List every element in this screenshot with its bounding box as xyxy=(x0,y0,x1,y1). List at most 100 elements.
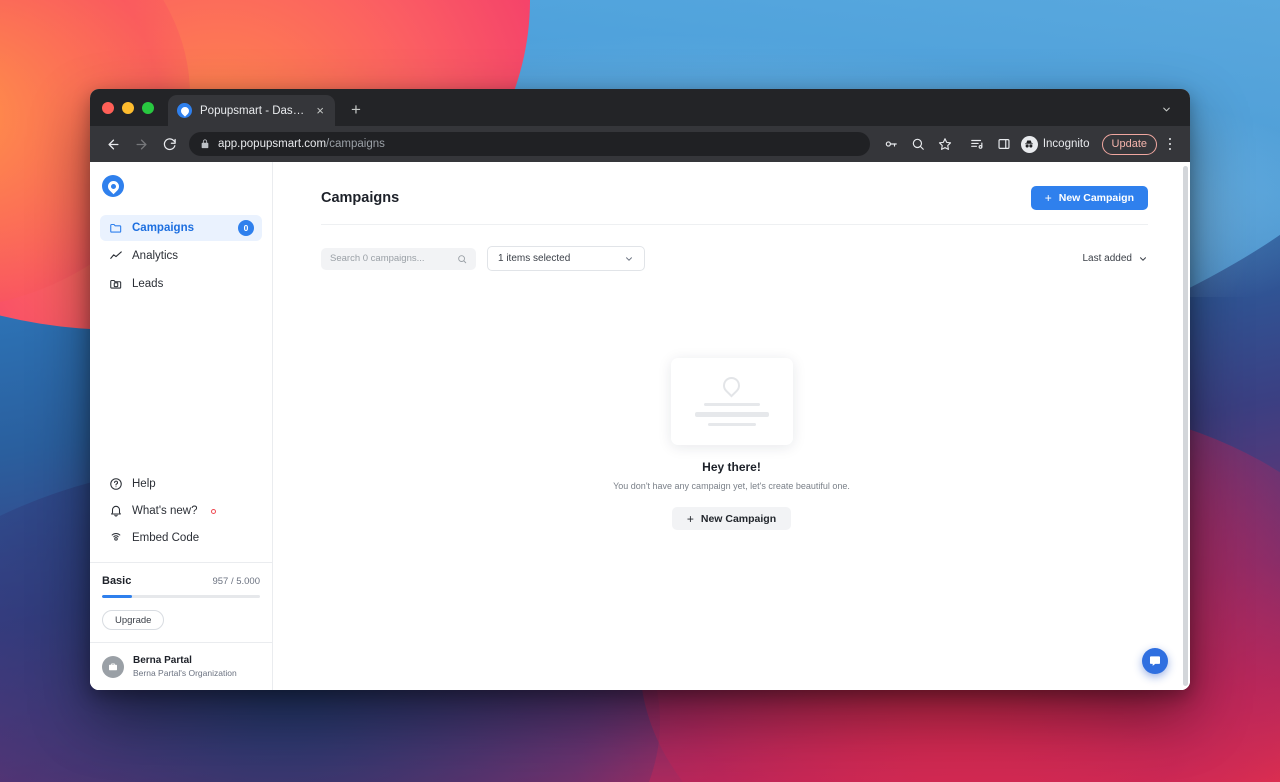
sort-dropdown[interactable]: Last added xyxy=(1083,253,1149,264)
browser-tab-strip: Popupsmart - Dashboard × + xyxy=(90,89,1190,126)
popupsmart-logo-icon[interactable] xyxy=(102,175,124,197)
reading-list-icon[interactable] xyxy=(965,132,989,156)
maximize-window-button[interactable] xyxy=(142,101,154,114)
browser-tab-active[interactable]: Popupsmart - Dashboard × xyxy=(168,95,335,126)
sidebar-secondary-nav: Help What's new? Embed Code xyxy=(90,472,272,562)
new-tab-button[interactable]: + xyxy=(343,97,369,123)
address-bar[interactable]: app.popupsmart.com/campaigns xyxy=(189,132,870,156)
sidebar-item-label: Analytics xyxy=(132,250,179,262)
popupsmart-favicon-icon xyxy=(177,103,192,118)
chart-line-icon xyxy=(108,249,123,264)
search-icon xyxy=(457,254,467,264)
user-organization: Berna Partal's Organization xyxy=(133,667,237,678)
key-icon[interactable] xyxy=(879,132,903,156)
search-input[interactable] xyxy=(330,253,451,264)
empty-state-new-campaign-button[interactable]: + New Campaign xyxy=(671,507,792,530)
sidebar-item-label: What's new? xyxy=(132,505,198,518)
filter-toolbar: 1 items selected Last added xyxy=(321,246,1148,271)
browser-toolbar: app.popupsmart.com/campaigns Incognito U… xyxy=(90,126,1190,162)
empty-state-title: Hey there! xyxy=(702,460,761,474)
sidebar-item-help[interactable]: Help xyxy=(100,472,262,496)
upgrade-button[interactable]: Upgrade xyxy=(102,610,165,631)
placeholder-logo-icon xyxy=(719,373,744,398)
lock-icon xyxy=(200,139,210,149)
profile-chip[interactable]: Incognito xyxy=(1019,135,1094,153)
browser-window: Popupsmart - Dashboard × + app.pop xyxy=(90,89,1190,690)
bell-icon xyxy=(108,504,123,519)
main-inner: Campaigns + New Campaign 1 items se xyxy=(273,162,1190,271)
sidebar-item-embed-code[interactable]: Embed Code xyxy=(100,526,262,550)
skeleton-line xyxy=(703,402,760,407)
close-window-button[interactable] xyxy=(102,101,114,114)
close-icon[interactable]: × xyxy=(314,104,326,117)
address-bar-url: app.popupsmart.com/campaigns xyxy=(218,138,385,150)
sidebar-item-leads[interactable]: Leads xyxy=(100,271,262,297)
sidebar-item-analytics[interactable]: Analytics xyxy=(100,243,262,269)
plan-progress-fill xyxy=(102,595,133,599)
campaigns-count-badge: 0 xyxy=(238,220,254,236)
chat-bubble-icon xyxy=(1149,656,1161,666)
new-campaign-button-label: New Campaign xyxy=(1058,192,1134,204)
user-info: Berna Partal Berna Partal's Organization xyxy=(133,654,237,679)
skeleton-line xyxy=(707,422,756,427)
window-traffic-lights xyxy=(102,89,168,126)
url-domain: app.popupsmart.com xyxy=(218,138,327,150)
plan-section: Basic 957 / 5.000 Upgrade xyxy=(90,562,272,642)
sidebar-nav: Campaigns 0 Analytics Leads xyxy=(90,209,272,297)
url-path: /campaigns xyxy=(326,138,385,150)
sidebar-item-label: Help xyxy=(132,478,156,491)
app-page: Campaigns 0 Analytics Leads Help What's … xyxy=(90,162,1190,690)
minimize-window-button[interactable] xyxy=(122,101,134,114)
forward-button[interactable] xyxy=(128,131,154,157)
campaign-placeholder-card-icon xyxy=(670,358,793,445)
page-title: Campaigns xyxy=(321,190,400,206)
empty-state-button-label: New Campaign xyxy=(700,512,777,525)
plus-icon: + xyxy=(686,511,694,526)
question-circle-icon xyxy=(108,477,123,492)
toolbar-icon-group: Incognito Update xyxy=(879,132,1180,156)
empty-state: Hey there! You don't have any campaign y… xyxy=(273,358,1190,530)
new-indicator-dot-icon xyxy=(211,508,217,514)
folder-icon xyxy=(108,221,123,236)
user-account-card[interactable]: Berna Partal Berna Partal's Organization xyxy=(90,642,272,690)
brand-logo-area xyxy=(90,162,272,209)
sort-label: Last added xyxy=(1082,253,1133,264)
page-scrollbar[interactable] xyxy=(1183,166,1188,686)
star-icon[interactable] xyxy=(933,132,957,156)
plan-header: Basic 957 / 5.000 xyxy=(102,575,260,587)
items-selected-dropdown[interactable]: 1 items selected xyxy=(487,246,645,271)
page-header: Campaigns + New Campaign xyxy=(321,186,1148,225)
empty-state-subtitle: You don't have any campaign yet, let's c… xyxy=(613,481,850,491)
skeleton-line xyxy=(694,412,769,417)
update-button[interactable]: Update xyxy=(1101,133,1157,155)
sidebar-item-label: Leads xyxy=(132,278,164,290)
items-selected-value: 1 items selected xyxy=(498,253,571,264)
chevron-down-icon xyxy=(1138,254,1148,264)
sidebar-item-whats-new[interactable]: What's new? xyxy=(100,499,262,523)
sidebar-item-campaigns[interactable]: Campaigns 0 xyxy=(100,215,262,241)
profile-label: Incognito xyxy=(1042,138,1090,150)
avatar xyxy=(102,655,124,678)
plan-progress-bar xyxy=(102,595,260,599)
back-button[interactable] xyxy=(100,131,126,157)
side-panel-icon[interactable] xyxy=(992,132,1016,156)
chevron-down-icon[interactable] xyxy=(1156,99,1176,119)
leads-icon xyxy=(108,277,123,292)
main-content: Campaigns + New Campaign 1 items se xyxy=(273,162,1190,690)
chevron-down-icon xyxy=(624,254,634,264)
embed-icon xyxy=(108,531,123,546)
reload-button[interactable] xyxy=(156,131,182,157)
new-campaign-button[interactable]: + New Campaign xyxy=(1030,186,1148,210)
incognito-icon xyxy=(1020,135,1038,153)
tab-title: Popupsmart - Dashboard xyxy=(200,104,306,117)
kebab-menu-icon[interactable] xyxy=(1160,137,1180,151)
sidebar-item-label: Campaigns xyxy=(132,222,194,234)
chat-launcher-button[interactable] xyxy=(1142,648,1168,674)
search-icon[interactable] xyxy=(906,132,930,156)
plus-icon: + xyxy=(1044,191,1052,205)
plan-name: Basic xyxy=(102,575,132,588)
user-name: Berna Partal xyxy=(133,655,192,667)
search-campaigns-box[interactable] xyxy=(321,247,476,270)
app-sidebar: Campaigns 0 Analytics Leads Help What's … xyxy=(90,162,273,690)
plan-quota: 957 / 5.000 xyxy=(212,576,260,588)
